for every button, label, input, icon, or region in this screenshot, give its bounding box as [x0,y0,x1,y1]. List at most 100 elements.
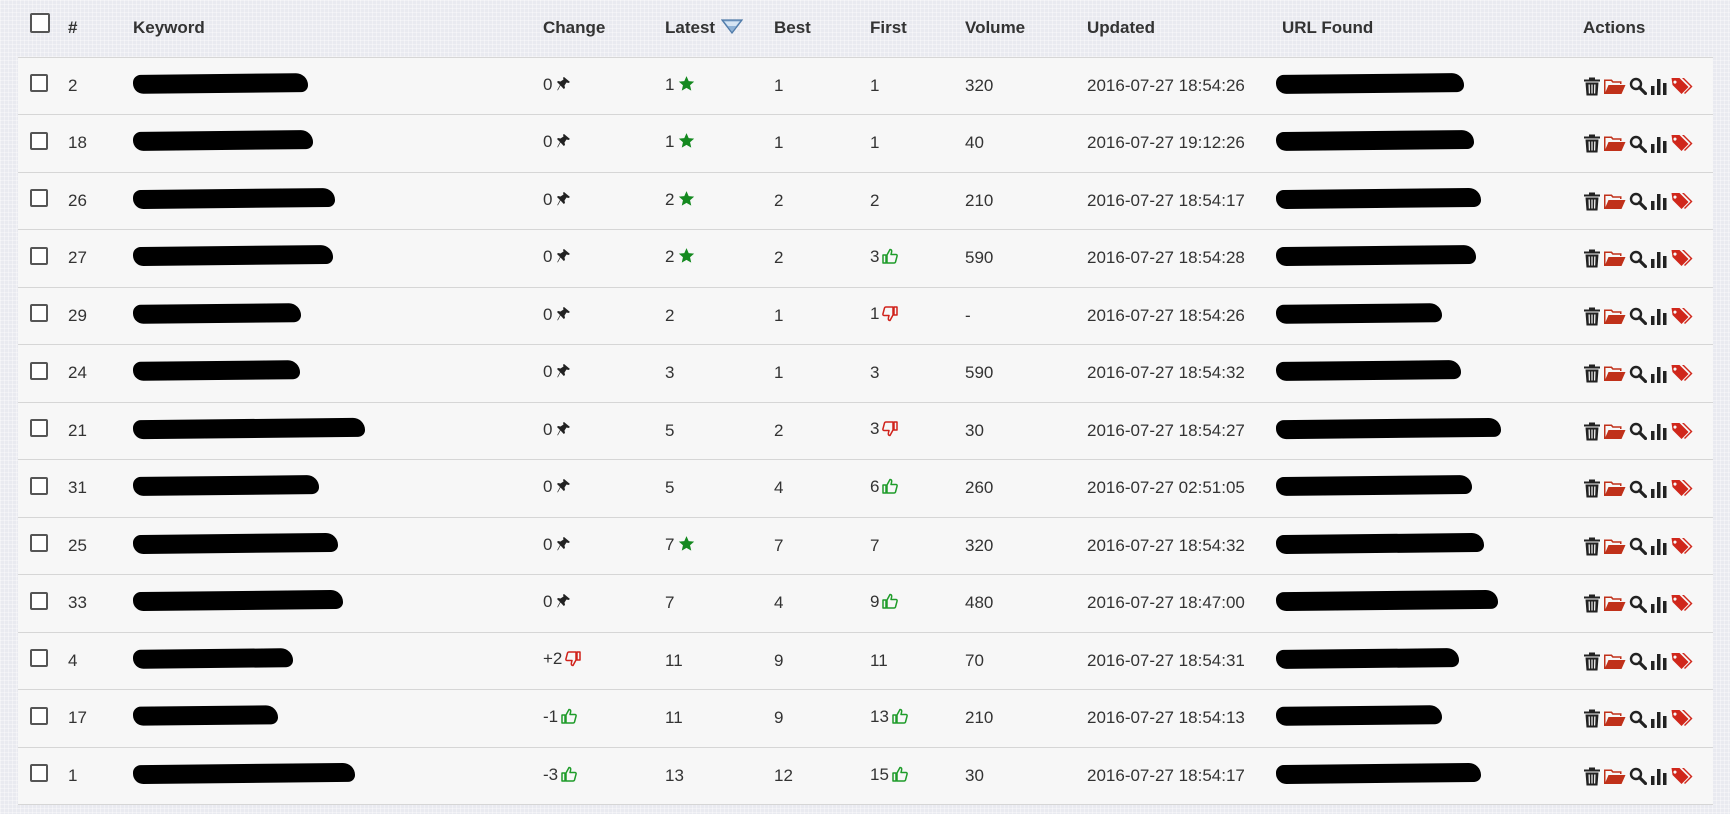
tags-icon[interactable] [1671,77,1693,96]
row-checkbox[interactable] [30,304,48,323]
bar-chart-icon[interactable] [1650,365,1668,383]
row-checkbox[interactable] [30,764,48,783]
column-header-change[interactable]: Change [543,0,665,57]
folder-open-icon[interactable] [1604,710,1626,727]
search-icon[interactable] [1629,365,1647,383]
table-row[interactable]: 25 0 7 7 7 320 2016-07-27 18:54:32 [18,517,1713,575]
column-header-first[interactable]: First [870,0,965,57]
tags-icon[interactable] [1671,767,1693,786]
folder-open-icon[interactable] [1604,308,1626,325]
table-row[interactable]: 29 0 2 1 1 - 2016-07-27 18:54:26 [18,287,1713,345]
tags-icon[interactable] [1671,307,1693,326]
folder-open-icon[interactable] [1604,538,1626,555]
table-row[interactable]: 31 0 5 4 6 260 2016-07-27 02:51:05 [18,459,1713,517]
trash-icon[interactable] [1583,652,1601,671]
trash-icon[interactable] [1583,307,1601,326]
row-checkbox[interactable] [30,189,48,208]
column-header-url-found[interactable]: URL Found [1282,0,1583,57]
bar-chart-icon[interactable] [1650,710,1668,728]
folder-open-icon[interactable] [1604,480,1626,497]
row-checkbox[interactable] [30,706,48,725]
row-checkbox[interactable] [30,246,48,265]
column-header-keyword[interactable]: Keyword [133,0,543,57]
column-header-num[interactable]: # [68,0,133,57]
bar-chart-icon[interactable] [1650,422,1668,441]
tags-icon[interactable] [1671,709,1693,728]
bar-chart-icon[interactable] [1650,537,1668,556]
row-checkbox[interactable] [30,361,48,380]
folder-open-icon[interactable] [1604,193,1626,210]
search-icon[interactable] [1629,135,1647,153]
trash-icon[interactable] [1583,479,1601,498]
bar-chart-icon[interactable] [1650,135,1668,153]
select-all-checkbox[interactable] [30,13,50,34]
search-icon[interactable] [1629,767,1647,786]
trash-icon[interactable] [1583,594,1601,613]
tags-icon[interactable] [1671,192,1693,211]
search-icon[interactable] [1629,537,1647,556]
column-header-updated[interactable]: Updated [1087,0,1282,57]
folder-open-icon[interactable] [1604,653,1626,670]
bar-chart-icon[interactable] [1650,652,1668,671]
row-checkbox[interactable] [30,131,48,150]
folder-open-icon[interactable] [1604,423,1626,440]
folder-open-icon[interactable] [1604,365,1626,382]
trash-icon[interactable] [1583,134,1601,153]
table-row[interactable]: 17 -1 11 9 13 210 2016-07-27 18:54:13 [18,689,1713,747]
column-header-latest[interactable]: Latest [665,0,774,57]
row-checkbox[interactable] [30,476,48,495]
trash-icon[interactable] [1583,767,1601,786]
table-row[interactable]: 27 0 2 2 3 590 2016-07-27 18:54:28 [18,229,1713,287]
bar-chart-icon[interactable] [1650,250,1668,268]
tags-icon[interactable] [1671,479,1693,498]
tags-icon[interactable] [1671,652,1693,671]
bar-chart-icon[interactable] [1650,595,1668,613]
row-checkbox[interactable] [30,591,48,610]
tags-icon[interactable] [1671,134,1693,153]
table-row[interactable]: 4 +2 11 9 11 70 2016-07-27 18:54:31 [18,632,1713,690]
bar-chart-icon[interactable] [1650,767,1668,786]
search-icon[interactable] [1629,250,1647,268]
search-icon[interactable] [1629,192,1647,211]
bar-chart-icon[interactable] [1650,192,1668,211]
folder-open-icon[interactable] [1604,135,1626,152]
table-row[interactable]: 33 0 7 4 9 480 2016-07-27 18:47:00 [18,574,1713,632]
search-icon[interactable] [1629,480,1647,498]
trash-icon[interactable] [1583,537,1601,556]
bar-chart-icon[interactable] [1650,77,1668,96]
tags-icon[interactable] [1671,422,1693,441]
column-header-best[interactable]: Best [774,0,870,57]
row-checkbox[interactable] [30,649,48,668]
bar-chart-icon[interactable] [1650,307,1668,326]
folder-open-icon[interactable] [1604,78,1626,95]
table-row[interactable]: 21 0 5 2 3 30 2016-07-27 18:54:27 [18,402,1713,460]
table-row[interactable]: 1 -3 13 12 15 30 2016-07-27 18:54:17 [18,747,1713,805]
trash-icon[interactable] [1583,422,1601,441]
tags-icon[interactable] [1671,249,1693,268]
tags-icon[interactable] [1671,594,1693,613]
trash-icon[interactable] [1583,364,1601,383]
row-checkbox[interactable] [30,534,48,553]
trash-icon[interactable] [1583,709,1601,728]
folder-open-icon[interactable] [1604,768,1626,785]
search-icon[interactable] [1629,422,1647,441]
folder-open-icon[interactable] [1604,595,1626,612]
tags-icon[interactable] [1671,537,1693,556]
search-icon[interactable] [1629,307,1647,326]
search-icon[interactable] [1629,710,1647,728]
folder-open-icon[interactable] [1604,250,1626,267]
trash-icon[interactable] [1583,249,1601,268]
table-row[interactable]: 18 0 1 1 1 40 2016-07-27 19:12:26 [18,114,1713,172]
trash-icon[interactable] [1583,192,1601,211]
table-row[interactable]: 24 0 3 1 3 590 2016-07-27 18:54:32 [18,344,1713,402]
trash-icon[interactable] [1583,77,1601,96]
row-checkbox[interactable] [30,419,48,438]
search-icon[interactable] [1629,77,1647,96]
search-icon[interactable] [1629,652,1647,671]
column-header-volume[interactable]: Volume [965,0,1087,57]
row-checkbox[interactable] [30,74,48,93]
table-row[interactable]: 2 0 1 1 1 320 2016-07-27 18:54:26 [18,57,1713,115]
search-icon[interactable] [1629,595,1647,613]
table-row[interactable]: 26 0 2 2 2 210 2016-07-27 18:54:17 [18,172,1713,230]
tags-icon[interactable] [1671,364,1693,383]
